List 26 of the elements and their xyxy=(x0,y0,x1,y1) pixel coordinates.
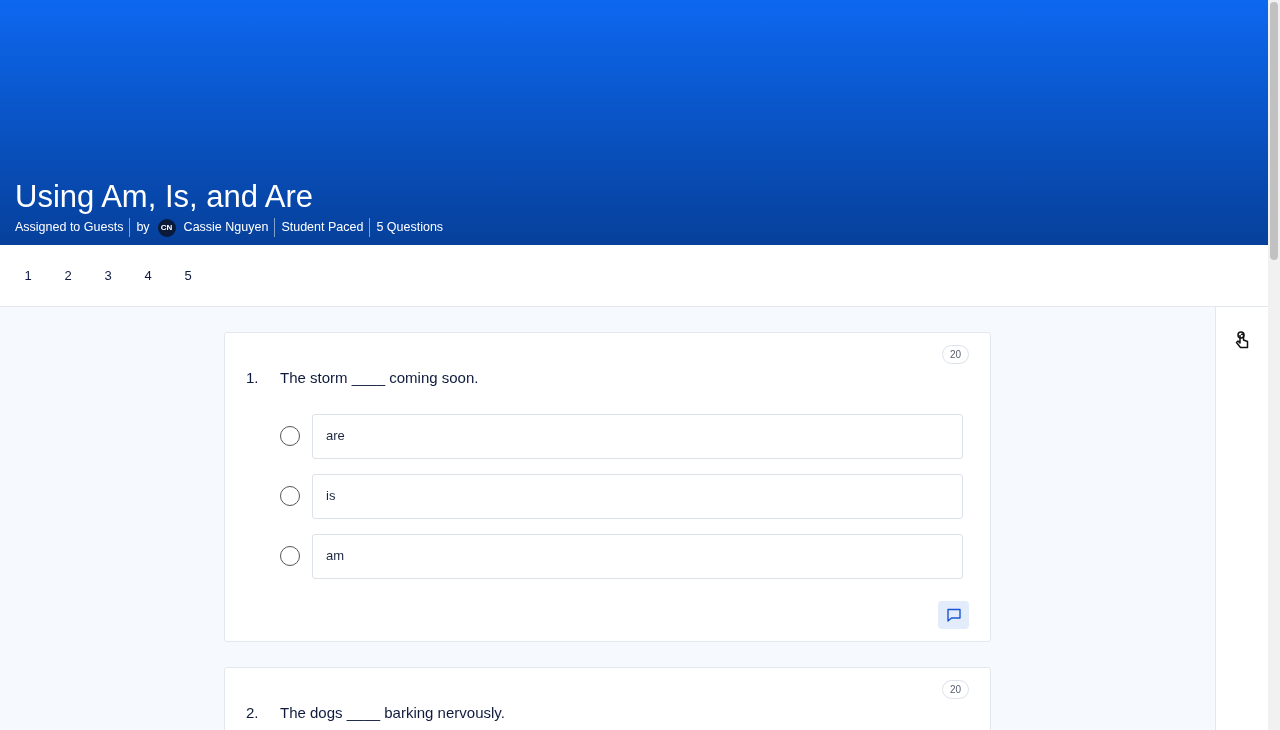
question-number: 2. xyxy=(246,702,260,723)
pointer-hand-icon[interactable] xyxy=(1234,331,1250,349)
question-tab[interactable]: 4 xyxy=(134,265,162,286)
answer-option[interactable]: is xyxy=(312,473,963,519)
radio-button[interactable] xyxy=(280,546,300,566)
radio-button[interactable] xyxy=(280,426,300,446)
scrollbar[interactable] xyxy=(1268,0,1280,730)
comment-button[interactable] xyxy=(938,600,969,629)
question-text: The storm ____ coming soon. xyxy=(280,368,479,388)
question-tab[interactable]: 3 xyxy=(94,265,122,286)
radio-button[interactable] xyxy=(280,486,300,506)
question-number: 1. xyxy=(246,368,260,388)
question-tab[interactable]: 1 xyxy=(14,265,42,286)
answer-option[interactable]: are xyxy=(312,413,963,459)
author-avatar: CN xyxy=(157,218,176,237)
question-tab[interactable]: 2 xyxy=(54,265,82,286)
author-name: Cassie Nguyen xyxy=(183,219,269,237)
meta-label: 5 Questions xyxy=(369,218,444,237)
by-label: by xyxy=(136,219,150,237)
meta-label: Student Paced xyxy=(274,218,364,237)
meta-label: Assigned to Guests xyxy=(15,219,124,237)
page-title: Using Am, Is, and Are xyxy=(15,178,315,217)
question-tab[interactable]: 5 xyxy=(174,265,202,286)
answer-option[interactable]: am xyxy=(312,533,963,579)
comment-icon xyxy=(945,606,962,623)
question-text: The dogs ____ barking nervously. xyxy=(280,702,505,723)
